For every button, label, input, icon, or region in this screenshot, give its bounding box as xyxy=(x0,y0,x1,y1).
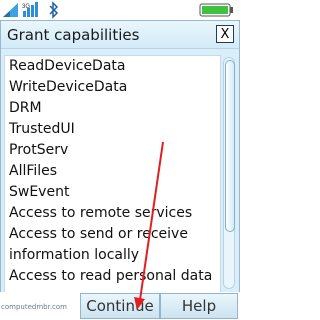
softkey-bar: computedmbr.com Continue Help xyxy=(0,292,240,320)
dialog-title: Grant capabilities xyxy=(7,26,140,44)
dialog-header: Grant capabilities X xyxy=(1,21,239,49)
close-button[interactable]: X xyxy=(216,25,234,43)
signal-strength-icon xyxy=(3,3,18,17)
grant-capabilities-dialog: Grant capabilities X ReadDeviceData Write… xyxy=(0,20,240,294)
scrollbar[interactable] xyxy=(223,57,235,289)
capabilities-list[interactable]: ReadDeviceData WriteDeviceData DRM TrustedU… xyxy=(4,55,221,293)
network-type-label: 3G xyxy=(22,4,30,10)
scrollbar-thumb[interactable] xyxy=(225,60,235,232)
capability-item: TrustedUI xyxy=(9,121,75,137)
capability-item: ProtServ xyxy=(9,142,69,158)
capabilities-list-items: ReadDeviceData WriteDeviceData DRM TrustedU… xyxy=(5,56,220,287)
battery-icon xyxy=(199,3,233,17)
capability-item: Access to remote services xyxy=(9,205,193,221)
capability-item: information locally xyxy=(9,247,140,263)
3g-network-icon: 3G xyxy=(22,2,38,17)
bluetooth-icon xyxy=(49,1,59,19)
capability-item: Access to read personal data xyxy=(9,268,213,284)
capability-item: WriteDeviceData xyxy=(9,79,128,95)
capability-item: SwEvent xyxy=(9,184,70,200)
capability-item: DRM xyxy=(9,100,42,116)
help-softkey[interactable]: Help xyxy=(160,293,238,319)
capability-item: AllFiles xyxy=(9,163,58,179)
continue-softkey[interactable]: Continue xyxy=(80,293,160,319)
capability-item: ReadDeviceData xyxy=(9,58,126,74)
status-bar: 3G xyxy=(0,0,240,20)
capability-item: Access to send or receive xyxy=(9,226,188,242)
watermark: computedmbr.com xyxy=(1,303,67,311)
